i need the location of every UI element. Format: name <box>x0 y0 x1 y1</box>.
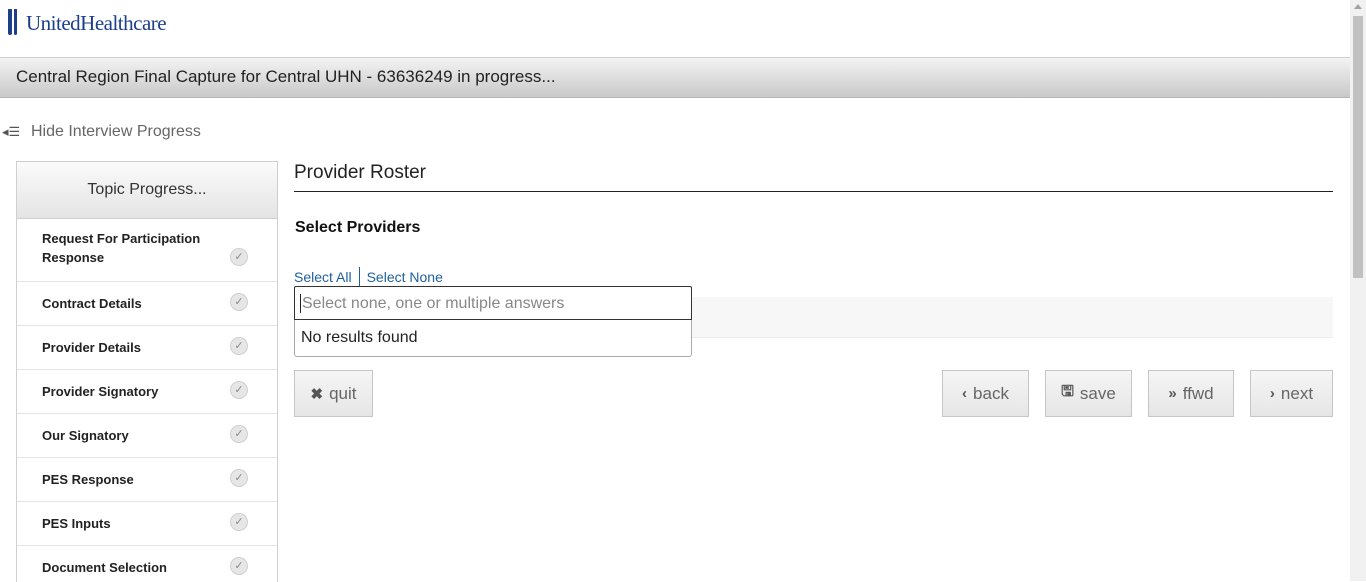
check-icon: ✓ <box>230 381 248 399</box>
topic-label: Provider Details <box>42 340 141 355</box>
logo-text: UnitedHealthcare <box>26 10 167 35</box>
select-all-link[interactable]: Select All <box>294 269 352 285</box>
check-icon: ✓ <box>230 513 248 531</box>
topic-item[interactable]: Document Selection ✓ <box>17 546 277 582</box>
topic-list: Request For Participation Response ✓ Con… <box>17 219 277 582</box>
topic-label: Request For Participation Response <box>42 231 201 265</box>
no-results-message: No results found <box>301 329 418 346</box>
topic-item[interactable]: Provider Signatory ✓ <box>17 370 277 414</box>
check-icon: ✓ <box>230 557 248 575</box>
save-label: save <box>1079 383 1116 403</box>
check-icon: ✓ <box>230 469 248 487</box>
interview-title: Central Region Final Capture for Central… <box>16 67 556 86</box>
back-button[interactable]: ‹ back <box>942 370 1029 417</box>
provider-search-input[interactable] <box>300 292 684 316</box>
topic-item[interactable]: Our Signatory ✓ <box>17 414 277 458</box>
topic-progress-header: Topic Progress... <box>17 162 277 219</box>
shield-logo-icon <box>8 9 22 37</box>
fast-forward-button[interactable]: » ffwd <box>1148 370 1234 417</box>
hide-interview-progress-label: Hide Interview Progress <box>31 123 201 140</box>
top-header: UnitedHealthcare <box>0 0 1350 58</box>
topic-item[interactable]: Provider Details ✓ <box>17 326 277 370</box>
search-results-dropdown: No results found <box>294 320 692 357</box>
title-divider <box>294 191 1333 192</box>
quit-label: quit <box>329 383 357 403</box>
check-icon: ✓ <box>230 337 248 355</box>
scroll-thumb[interactable] <box>1353 16 1363 278</box>
check-icon: ✓ <box>230 293 248 311</box>
collapse-list-icon: ◂☰ <box>2 124 21 139</box>
check-icon: ✓ <box>230 425 248 443</box>
save-button[interactable]: 🖫 save <box>1045 370 1132 417</box>
topic-label: Contract Details <box>42 296 142 311</box>
back-label: back <box>973 383 1009 403</box>
chevron-left-icon: ‹ <box>962 385 968 402</box>
unitedhealthcare-logo: UnitedHealthcare <box>8 9 167 37</box>
interview-title-band: Central Region Final Capture for Central… <box>0 58 1350 98</box>
select-none-link[interactable]: Select None <box>367 269 443 285</box>
hide-interview-progress-toggle[interactable]: ◂☰ Hide Interview Progress <box>2 123 201 141</box>
topic-progress-panel: Topic Progress... Request For Participat… <box>16 161 278 582</box>
next-button[interactable]: › next <box>1250 370 1333 417</box>
topic-label: PES Response <box>42 472 134 487</box>
topic-label: Document Selection <box>42 560 167 575</box>
scroll-up-icon[interactable] <box>1354 4 1362 9</box>
quit-button[interactable]: ✖ quit <box>294 370 373 417</box>
check-icon: ✓ <box>230 248 248 266</box>
link-separator <box>358 267 360 287</box>
chevron-right-icon: › <box>1269 385 1275 402</box>
selection-links: Select All Select None <box>294 267 443 287</box>
provider-search-box[interactable] <box>294 286 692 320</box>
topic-item[interactable]: Contract Details ✓ <box>17 282 277 326</box>
topic-label: PES Inputs <box>42 516 111 531</box>
topic-item[interactable]: PES Response ✓ <box>17 458 277 502</box>
question-label: Select Providers <box>295 219 421 236</box>
close-icon: ✖ <box>310 385 324 403</box>
page-scrollbar[interactable] <box>1350 0 1366 581</box>
page-title: Provider Roster <box>294 162 426 183</box>
topic-label: Our Signatory <box>42 428 129 443</box>
topic-item[interactable]: Request For Participation Response ✓ <box>17 219 277 282</box>
topic-label: Provider Signatory <box>42 384 159 399</box>
topic-item[interactable]: PES Inputs ✓ <box>17 502 277 546</box>
next-label: next <box>1280 383 1314 403</box>
ffwd-label: ffwd <box>1182 383 1214 403</box>
floppy-disk-icon: 🖫 <box>1061 383 1074 400</box>
double-chevron-right-icon: » <box>1168 385 1177 402</box>
